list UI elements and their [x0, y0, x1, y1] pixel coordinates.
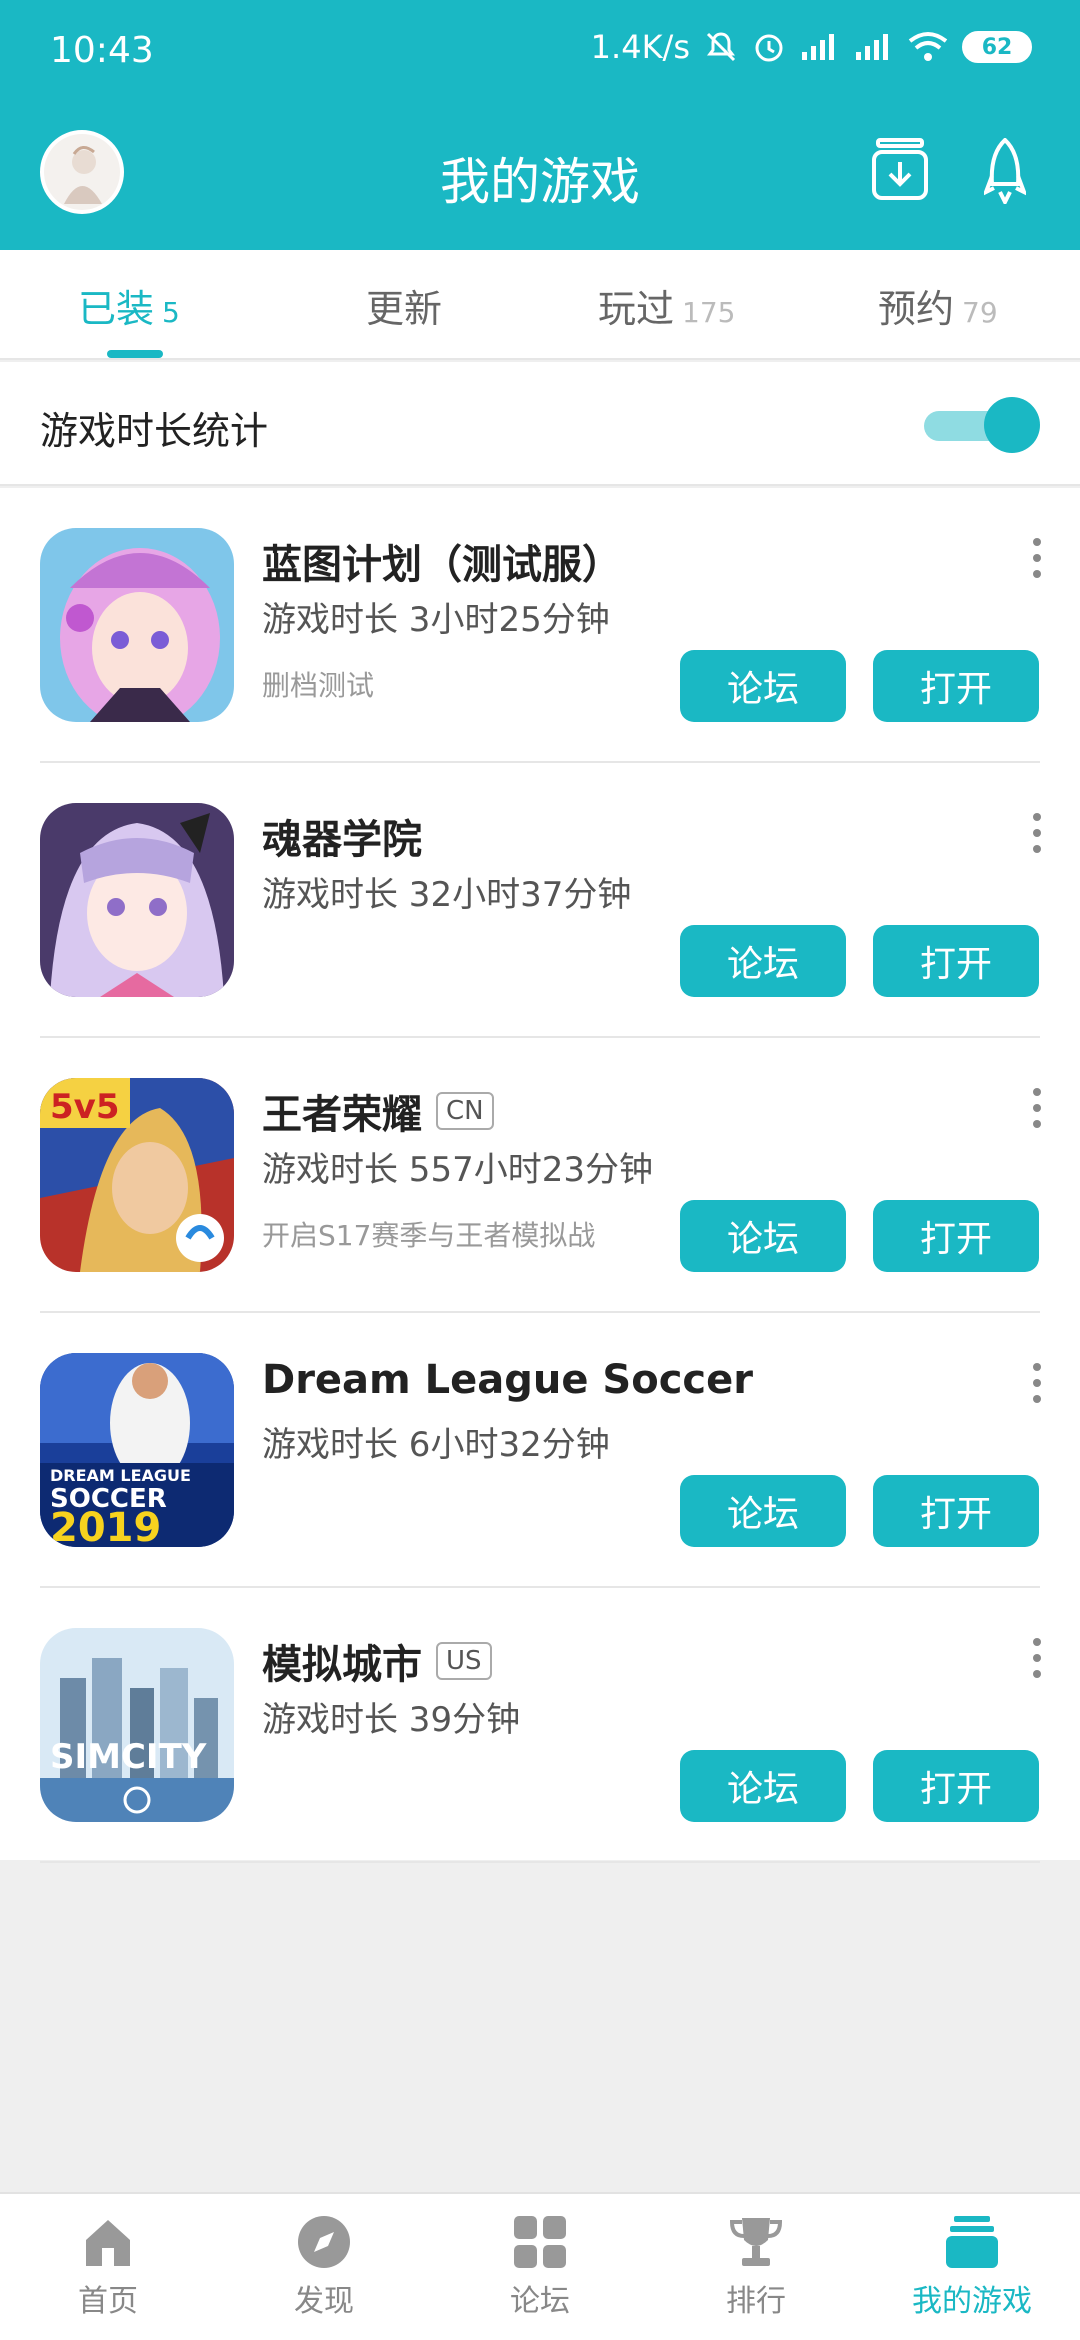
open-button[interactable]: 打开 [873, 1750, 1039, 1822]
download-manager-icon[interactable] [870, 138, 930, 202]
more-options-icon[interactable] [1032, 813, 1042, 853]
playtime-stat-label: 游戏时长统计 [40, 409, 269, 453]
more-options-icon[interactable] [1032, 1088, 1042, 1128]
game-title: 魂器学院 [262, 817, 422, 863]
tab-bar: 已装 5 更新 玩过 175 预约 79 [0, 250, 1080, 360]
trophy-icon [729, 2218, 783, 2266]
bottom-nav: 首页 发现 论坛 排行 我的游戏 [0, 2192, 1080, 2340]
svg-text:SIMCITY: SIMCITY [50, 1737, 207, 1777]
status-time: 10:43 [50, 30, 154, 71]
svg-text:DREAM LEAGUE: DREAM LEAGUE [50, 1466, 191, 1485]
forum-button[interactable]: 论坛 [680, 1200, 846, 1272]
battery-indicator: 62 [962, 31, 1032, 63]
signal-icon [802, 34, 834, 60]
divider [40, 1861, 1040, 1863]
game-name: 魂器学院 [262, 807, 422, 865]
playtime-stat-toggle[interactable] [924, 397, 1040, 453]
game-name: 王者荣耀 CN [262, 1082, 494, 1140]
more-options-icon[interactable] [1032, 1638, 1042, 1678]
tab-indicator [107, 350, 163, 358]
header: 10:43 1.4K/s 62 我的游戏 [0, 0, 1080, 250]
tab-label: 玩过 [598, 287, 675, 331]
alarm-icon [755, 34, 783, 62]
game-row[interactable]: 5v5 王者荣耀 CN 游戏时长 557小时23分钟 开启S17赛季与王者模拟战… [0, 1038, 1080, 1313]
nav-label: 我的游戏 [912, 2284, 1032, 2319]
home-icon [86, 2220, 130, 2266]
compass-icon [298, 2216, 350, 2268]
nav-item-discover[interactable]: 发现 [216, 2214, 432, 2320]
game-title: 蓝图计划（测试服） [262, 542, 622, 588]
stack-icon [946, 2216, 998, 2268]
open-button[interactable]: 打开 [873, 650, 1039, 722]
tab-count: 79 [962, 296, 998, 329]
network-speed: 1.4K/s [590, 28, 690, 66]
svg-text:5v5: 5v5 [50, 1087, 119, 1127]
game-note: 删档测试 [262, 669, 375, 702]
tab-label: 已装 [78, 287, 155, 331]
game-name: Dream League Soccer [262, 1357, 753, 1403]
open-button[interactable]: 打开 [873, 1200, 1039, 1272]
tab-reserved[interactable]: 预约 79 [878, 278, 998, 333]
mute-icon [706, 32, 736, 62]
game-icon-simcity: SIMCITY [40, 1628, 234, 1822]
tab-installed[interactable]: 已装 5 [78, 278, 180, 333]
nav-item-forum[interactable]: 论坛 [432, 2214, 648, 2320]
nav-label: 首页 [78, 2284, 138, 2319]
nav-item-my-games[interactable]: 我的游戏 [864, 2214, 1080, 2320]
game-playtime: 游戏时长 39分钟 [262, 1700, 521, 1740]
status-bar: 10:43 1.4K/s 62 [0, 0, 1080, 100]
game-row[interactable]: 蓝图计划（测试服） 游戏时长 3小时25分钟 删档测试 论坛 打开 [0, 488, 1080, 763]
game-title: Dream League Soccer [262, 1357, 753, 1403]
game-name: 模拟城市 US [262, 1632, 492, 1690]
game-name: 蓝图计划（测试服） [262, 532, 622, 590]
wifi-icon [908, 32, 948, 61]
game-list: 蓝图计划（测试服） 游戏时长 3小时25分钟 删档测试 论坛 打开 魂器学院 游… [0, 488, 1080, 1863]
game-row[interactable]: 魂器学院 游戏时长 32小时37分钟 论坛 打开 [0, 763, 1080, 1038]
game-row[interactable]: DREAM LEAGUE SOCCER 2019 Dream League So… [0, 1313, 1080, 1588]
nav-label: 论坛 [510, 2284, 570, 2319]
game-title: 王者荣耀 [262, 1092, 422, 1138]
toggle-knob [984, 397, 1040, 453]
app-bar: 我的游戏 [0, 120, 1080, 220]
region-tag: CN [436, 1092, 494, 1130]
game-icon-dream-league-soccer: DREAM LEAGUE SOCCER 2019 [40, 1353, 234, 1547]
nav-item-home[interactable]: 首页 [0, 2214, 216, 2320]
svg-text:2019: 2019 [50, 1505, 161, 1547]
open-button[interactable]: 打开 [873, 925, 1039, 997]
more-options-icon[interactable] [1032, 1363, 1042, 1403]
rocket-icon[interactable] [984, 138, 1026, 204]
nav-item-ranking[interactable]: 排行 [648, 2214, 864, 2320]
forum-button[interactable]: 论坛 [680, 925, 846, 997]
nav-label: 发现 [294, 2284, 354, 2319]
status-indicators: 1.4K/s 62 [591, 28, 1032, 66]
game-icon-honor-of-kings: 5v5 [40, 1078, 234, 1272]
game-icon-soul-academy [40, 803, 234, 997]
forum-button[interactable]: 论坛 [680, 1475, 846, 1547]
game-row[interactable]: SIMCITY 模拟城市 US 游戏时长 39分钟 论坛 打开 [0, 1588, 1080, 1863]
tab-updates[interactable]: 更新 [366, 278, 442, 333]
game-playtime: 游戏时长 32小时37分钟 [262, 875, 632, 915]
tab-label: 预约 [878, 287, 955, 331]
game-playtime: 游戏时长 6小时32分钟 [262, 1425, 610, 1465]
open-button[interactable]: 打开 [873, 1475, 1039, 1547]
game-playtime: 游戏时长 557小时23分钟 [262, 1150, 653, 1190]
tab-label: 更新 [366, 287, 443, 331]
tab-count: 175 [682, 296, 736, 329]
game-note: 开启S17赛季与王者模拟战 [262, 1219, 596, 1252]
more-options-icon[interactable] [1032, 538, 1042, 578]
tab-count: 5 [162, 296, 180, 329]
tab-played[interactable]: 玩过 175 [598, 278, 735, 333]
signal-icon-2 [856, 34, 888, 60]
game-playtime: 游戏时长 3小时25分钟 [262, 600, 610, 640]
game-icon-blueprint [40, 528, 234, 722]
forum-button[interactable]: 论坛 [680, 1750, 846, 1822]
region-tag: US [436, 1642, 492, 1680]
playtime-stat-row: 游戏时长统计 [0, 362, 1080, 486]
nav-label: 排行 [726, 2284, 786, 2319]
grid-icon [514, 2216, 566, 2268]
game-title: 模拟城市 [262, 1642, 422, 1688]
forum-button[interactable]: 论坛 [680, 650, 846, 722]
